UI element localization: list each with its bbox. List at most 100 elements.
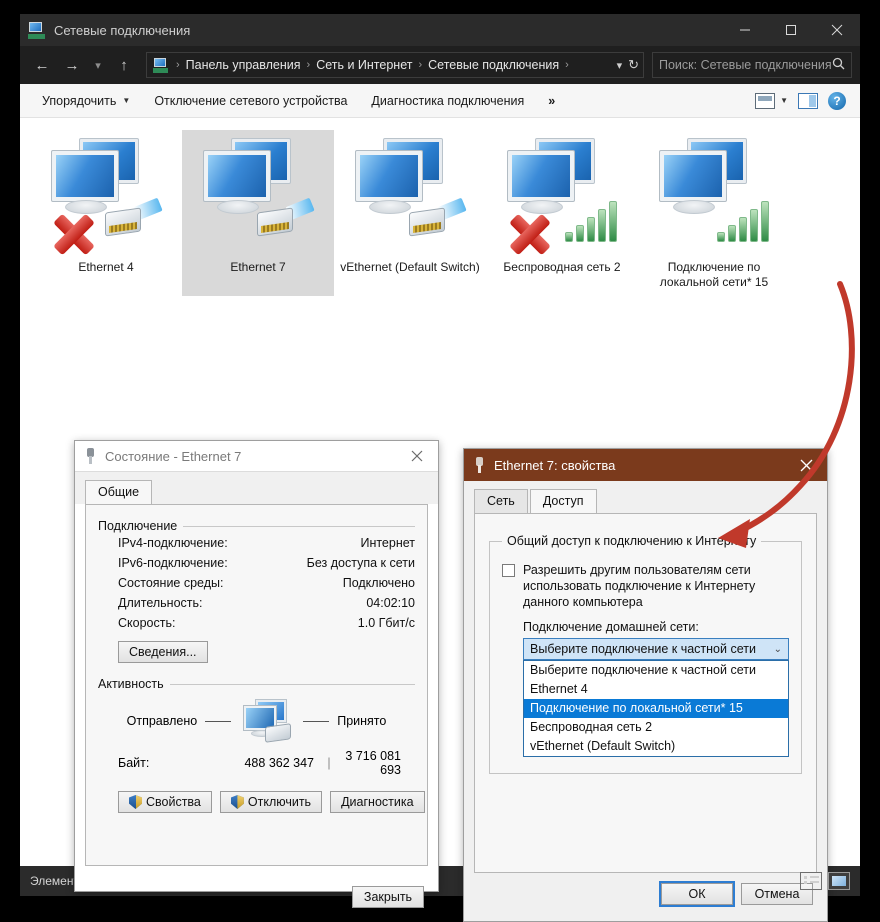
details-button[interactable]: Сведения... [118, 641, 208, 663]
adapter-tile-ethernet-7[interactable]: Ethernet 7 [182, 130, 334, 296]
breadcrumb-item-control-panel[interactable]: Панель управления [183, 56, 304, 74]
properties-button-label: Свойства [146, 795, 201, 809]
address-dropdown-icon[interactable]: ▾ [617, 59, 623, 72]
close-icon[interactable] [789, 451, 823, 479]
network-connections-icon [28, 21, 46, 39]
maximize-icon[interactable] [768, 14, 814, 46]
row-ipv6: IPv6-подключение: Без доступа к сети [98, 553, 415, 573]
adapter-properties-icon [472, 457, 486, 473]
refresh-icon[interactable]: ↻ [628, 57, 639, 73]
duration-label: Длительность: [118, 596, 203, 610]
breadcrumb[interactable]: › Панель управления › Сеть и Интернет › … [146, 52, 644, 78]
organize-label: Упорядочить [42, 93, 117, 108]
received-label: Принято [337, 714, 387, 728]
ipv6-value: Без доступа к сети [306, 556, 415, 570]
tab-sharing[interactable]: Доступ [529, 489, 597, 513]
disconnected-x-icon [47, 208, 99, 256]
bytes-divider: | [327, 756, 331, 770]
allow-sharing-checkbox[interactable] [502, 564, 515, 577]
forward-arrow-icon[interactable]: → [58, 51, 86, 79]
connection-group: Подключение IPv4-подключение: Интернет I… [98, 519, 415, 663]
search-icon[interactable] [832, 57, 845, 73]
bytes-sent-value: 488 362 347 [244, 756, 314, 770]
home-network-dropdown-list[interactable]: Выберите подключение к частной сети Ethe… [523, 660, 789, 757]
recent-locations-chevron-icon[interactable]: ▾ [88, 51, 108, 79]
adapter-tile-ethernet-4[interactable]: Ethernet 4 [30, 130, 182, 296]
view-options-icon[interactable] [755, 92, 776, 109]
ipv4-value: Интернет [360, 536, 415, 550]
bytes-row: Байт: 488 362 347 | 3 716 081 693 [98, 743, 415, 777]
speed-value: 1.0 Гбит/с [357, 616, 415, 630]
properties-dialog-title-bar: Ethernet 7: свойства [464, 449, 827, 481]
breadcrumb-separator: › [306, 59, 311, 71]
row-media-state: Состояние среды: Подключено [98, 573, 415, 593]
dropdown-item-local-area-connection-15[interactable]: Подключение по локальной сети* 15 [524, 699, 788, 718]
breadcrumb-item-network-internet[interactable]: Сеть и Интернет [313, 56, 415, 74]
command-toolbar: Упорядочить ▼ Отключение сетевого устрой… [20, 84, 860, 118]
back-arrow-icon[interactable]: ← [28, 51, 56, 79]
adapter-tile-vethernet-default-switch[interactable]: vEthernet (Default Switch) [334, 130, 486, 296]
tab-network[interactable]: Сеть [474, 489, 528, 513]
diagnose-connection-button[interactable]: Диагностика подключения [359, 90, 536, 112]
close-icon[interactable] [400, 442, 434, 470]
help-icon[interactable]: ? [828, 91, 846, 110]
details-view-button[interactable] [800, 872, 822, 890]
activity-group: Активность Отправлено Принято Байт: 488 … [98, 677, 415, 777]
properties-button[interactable]: Свойства [118, 791, 212, 813]
bytes-label: Байт: [118, 756, 150, 770]
preview-pane-icon[interactable] [798, 92, 818, 109]
allow-sharing-row[interactable]: Разрешить другим пользователям сети испо… [502, 562, 789, 610]
row-duration: Длительность: 04:02:10 [98, 593, 415, 613]
adapter-label: Подключение по локальной сети* 15 [659, 260, 769, 289]
minimize-icon[interactable] [722, 14, 768, 46]
wireless-adapter-icon [497, 136, 627, 258]
network-adapter-icon [41, 136, 171, 258]
home-network-combobox[interactable]: Выберите подключение к частной сети ⌄ [523, 638, 789, 660]
chevron-down-icon: ▼ [122, 96, 131, 105]
breadcrumb-item-network-connections[interactable]: Сетевые подключения [425, 56, 562, 74]
network-adapter-icon [345, 136, 475, 258]
adapter-list: Ethernet 4 Ethernet 7 vEthernet (Default… [20, 118, 860, 296]
address-bar: ← → ▾ ↑ › Панель управления › Сеть и Инт… [20, 46, 860, 84]
ok-button[interactable]: ОК [659, 881, 735, 907]
adapter-tile-local-area-connection-15[interactable]: Подключение по локальной сети* 15 [638, 130, 790, 296]
activity-line-left [205, 720, 232, 722]
chevron-down-icon[interactable]: ⌄ [774, 644, 782, 655]
bytes-received-value: 3 716 081 693 [345, 749, 401, 777]
chevron-down-icon[interactable]: ▼ [780, 96, 788, 105]
search-input[interactable]: Поиск: Сетевые подключения [652, 52, 852, 78]
dropdown-item-placeholder[interactable]: Выберите подключение к частной сети [524, 661, 788, 680]
media-state-label: Состояние среды: [118, 576, 224, 590]
adapter-tile-wireless-network-2[interactable]: Беспроводная сеть 2 [486, 130, 638, 296]
large-icons-view-button[interactable] [828, 872, 850, 890]
activity-line-right [303, 720, 330, 722]
properties-dialog: Ethernet 7: свойства Сеть Доступ Общий д… [463, 448, 828, 922]
shield-icon [129, 795, 142, 809]
disable-network-device-button[interactable]: Отключение сетевого устройства [142, 90, 359, 112]
adapter-label: Ethernet 7 [230, 260, 286, 274]
properties-dialog-title: Ethernet 7: свойства [494, 457, 616, 473]
close-icon[interactable] [814, 14, 860, 46]
wireless-adapter-icon [649, 136, 779, 258]
activity-computers-icon [239, 699, 295, 743]
dropdown-item-wireless-network-2[interactable]: Беспроводная сеть 2 [524, 718, 788, 737]
adapter-label: Беспроводная сеть 2 [503, 260, 621, 274]
tab-general[interactable]: Общие [85, 480, 153, 504]
toolbar-overflow-button[interactable]: » [536, 90, 567, 112]
signal-bars-icon [717, 198, 769, 242]
speed-label: Скорость: [118, 616, 176, 630]
dropdown-item-vethernet-default-switch[interactable]: vEthernet (Default Switch) [524, 737, 788, 756]
close-button[interactable]: Закрыть [352, 886, 424, 908]
title-bar: Сетевые подключения [20, 14, 860, 46]
status-dialog: Состояние - Ethernet 7 Общие Подключение… [74, 440, 439, 908]
organize-button[interactable]: Упорядочить ▼ [30, 90, 142, 112]
shield-icon [230, 795, 244, 809]
dropdown-item-ethernet-4[interactable]: Ethernet 4 [524, 680, 788, 699]
allow-sharing-label: Разрешить другим пользователям сети испо… [523, 563, 756, 609]
media-state-value: Подключено [342, 576, 415, 590]
disable-button[interactable]: Отключить [219, 791, 323, 813]
breadcrumb-separator: › [176, 59, 180, 71]
up-arrow-icon[interactable]: ↑ [110, 51, 138, 79]
duration-value: 04:02:10 [366, 596, 415, 610]
diagnose-button[interactable]: Диагностика [330, 791, 425, 813]
